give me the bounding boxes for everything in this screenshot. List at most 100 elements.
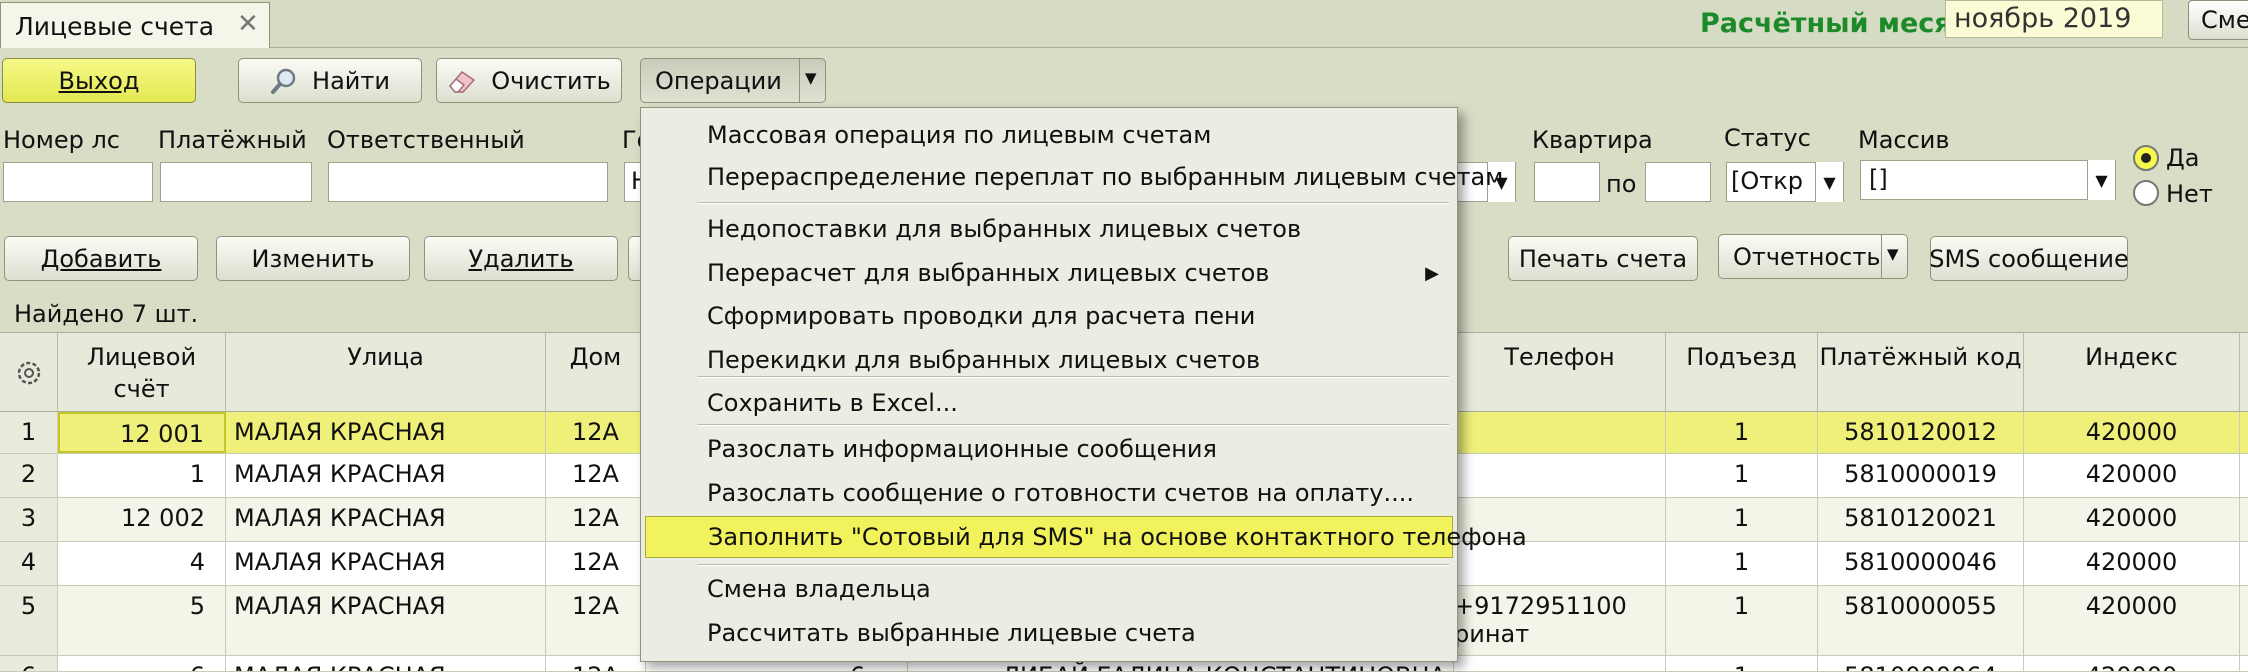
menu-item-fill-sms-phone[interactable]: Заполнить "Сотовый для SMS" на основе ко… (645, 516, 1527, 558)
menu-item-penalty-postings[interactable]: Сформировать проводки для расчета пени (645, 295, 1453, 337)
cell-house[interactable]: 12А (546, 656, 646, 671)
header-index[interactable]: Индекс (2024, 333, 2240, 413)
menu-item-mass-operation[interactable]: Массовая операция по лицевым счетам (645, 114, 1453, 156)
cell-index[interactable]: 420000 (2024, 498, 2240, 541)
cell-account[interactable]: 1 (58, 454, 226, 497)
cell-phone[interactable]: +9172951100 ринат (1454, 586, 1666, 655)
cell-account[interactable]: 5 (58, 586, 226, 655)
exit-button[interactable]: Выход (2, 58, 196, 103)
cell-index[interactable]: 420000 (2024, 412, 2240, 453)
cell-pay-code[interactable]: 5810000019 (1818, 454, 2024, 497)
header-phone[interactable]: Телефон (1454, 333, 1666, 413)
cell-account[interactable]: 6 (58, 656, 226, 671)
chevron-down-icon[interactable]: ▼ (2087, 160, 2115, 200)
cell-street[interactable]: МАЛАЯ КРАСНАЯ (226, 412, 546, 453)
chevron-down-icon[interactable]: ▼ (1815, 162, 1843, 202)
cell-street[interactable]: МАЛАЯ КРАСНАЯ (226, 586, 546, 655)
print-label: Печать счета (1518, 244, 1688, 273)
cell-house[interactable]: 12А (546, 498, 646, 541)
radio-no[interactable] (2133, 180, 2159, 206)
add-label: Добавить (40, 244, 162, 273)
tab-accounts[interactable]: Лицевые счета ✕ (0, 2, 270, 48)
eraser-icon (449, 70, 476, 93)
cell-entrance[interactable]: 1 (1666, 454, 1818, 497)
cell-index[interactable]: 420000 (2024, 454, 2240, 497)
cell-index[interactable]: 420000 (2024, 656, 2240, 671)
header-account[interactable]: Лицевой счёт (58, 333, 226, 413)
cell-house[interactable]: 12А (546, 454, 646, 497)
payment-input[interactable] (160, 162, 312, 202)
menu-item-send-info-messages[interactable]: Разослать информационные сообщения (645, 428, 1453, 470)
cell-entrance[interactable]: 1 (1666, 586, 1818, 655)
menu-item-send-ready-messages[interactable]: Разослать сообщение о готовности счетов … (645, 472, 1453, 514)
cell-phone[interactable] (1454, 656, 1666, 671)
edit-button[interactable]: Изменить (216, 236, 410, 281)
cell-entrance[interactable]: 1 (1666, 542, 1818, 585)
menu-item-transfers[interactable]: Перекидки для выбранных лицевых счетов (645, 339, 1453, 381)
reports-label: Отчетность (1733, 242, 1881, 271)
status-select[interactable]: [Откр ▼ (1726, 162, 1844, 202)
chevron-down-icon[interactable]: ▼ (805, 69, 817, 87)
menu-item-change-owner[interactable]: Смена владельца (645, 568, 1453, 610)
cell-account[interactable]: 12 001 (58, 412, 226, 453)
responsible-input[interactable] (328, 162, 608, 202)
cell-account[interactable]: 12 002 (58, 498, 226, 541)
menu-item-calculate-accounts[interactable]: Рассчитать выбранные лицевые счета (645, 612, 1453, 654)
cell-house[interactable]: 12А (546, 542, 646, 585)
menu-separator (697, 376, 1449, 378)
cell-pay-code[interactable]: 5810120012 (1818, 412, 2024, 453)
cell-phone[interactable] (1454, 412, 1666, 453)
apartment-from-input[interactable] (1534, 162, 1600, 202)
menu-item-recalculation[interactable]: Перерасчет для выбранных лицевых счетов … (645, 252, 1453, 294)
header-entrance[interactable]: Подъезд (1666, 333, 1818, 413)
cell-street[interactable]: МАЛАЯ КРАСНАЯ (226, 656, 546, 671)
cell-account[interactable]: 4 (58, 542, 226, 585)
chevron-down-icon[interactable]: ▼ (1887, 245, 1899, 263)
radio-yes[interactable] (2133, 145, 2159, 171)
row-number: 1 (0, 412, 58, 453)
cell-pay-code[interactable]: 5810120021 (1818, 498, 2024, 541)
cell-phone[interactable] (1454, 454, 1666, 497)
cell-street[interactable]: МАЛАЯ КРАСНАЯ (226, 498, 546, 541)
found-count: Найдено 7 шт. (14, 300, 199, 328)
sms-button[interactable]: SMS сообщение (1929, 236, 2129, 281)
cell-house[interactable]: 12А (546, 586, 646, 655)
add-button[interactable]: Добавить (4, 236, 198, 281)
header-house[interactable]: Дом (546, 333, 646, 413)
find-button[interactable]: Найти (238, 58, 422, 103)
operations-button[interactable]: Операции ▼ (640, 58, 826, 103)
grid-settings[interactable] (0, 333, 58, 413)
header-street[interactable]: Улица (226, 333, 546, 413)
clear-button[interactable]: Очистить (436, 58, 622, 103)
cell-pay-code[interactable]: 5810000046 (1818, 542, 2024, 585)
submenu-arrow-icon: ▶ (1425, 262, 1439, 284)
close-icon[interactable]: ✕ (237, 9, 259, 39)
massive-select[interactable]: [] ▼ (1860, 160, 2116, 200)
reports-button[interactable]: Отчетность ▼ (1718, 234, 1908, 279)
cell-index[interactable]: 420000 (2024, 586, 2240, 655)
cell-entrance[interactable]: 1 (1666, 412, 1818, 453)
radio-no-label: Нет (2166, 180, 2213, 208)
change-month-button[interactable]: Смена (2188, 0, 2248, 40)
menu-item-redistribute-overpayments[interactable]: Перераспределение переплат по выбранным … (645, 156, 1503, 198)
print-invoice-button[interactable]: Печать счета (1508, 236, 1698, 281)
account-input[interactable] (3, 162, 153, 202)
cell-entrance[interactable]: 1 (1666, 656, 1818, 671)
cell-pay-code[interactable]: 5810000055 (1818, 586, 2024, 655)
cell-street[interactable]: МАЛАЯ КРАСНАЯ (226, 454, 546, 497)
apartment-to-input[interactable] (1645, 162, 1711, 202)
delete-label: Удалить (468, 244, 574, 273)
cell-pay-code[interactable]: 5810000064 (1818, 656, 2024, 671)
cell-index[interactable]: 420000 (2024, 542, 2240, 585)
delete-button[interactable]: Удалить (424, 236, 618, 281)
cell-street[interactable]: МАЛАЯ КРАСНАЯ (226, 542, 546, 585)
menu-item-save-excel[interactable]: Сохранить в Excel... (645, 382, 1453, 424)
month-field[interactable]: ноябрь 2019 (1945, 0, 2163, 38)
cell-entrance[interactable]: 1 (1666, 498, 1818, 541)
menu-item-shortfalls[interactable]: Недопоставки для выбранных лицевых счето… (645, 208, 1453, 250)
header-pay-code[interactable]: Платёжный код (1818, 333, 2024, 413)
status-value: [Откр (1731, 167, 1803, 195)
split-divider (1881, 235, 1882, 278)
gear-icon (17, 361, 40, 385)
cell-house[interactable]: 12А (546, 412, 646, 453)
